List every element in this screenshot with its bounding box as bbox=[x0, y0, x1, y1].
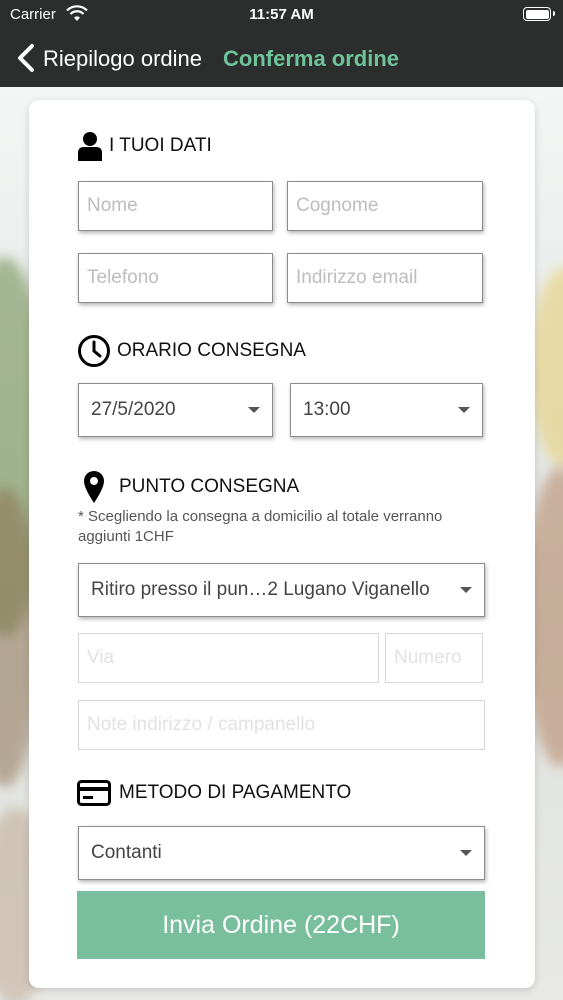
section-delivery-point-title: PUNTO CONSEGNA bbox=[119, 476, 300, 497]
section-delivery-point: PUNTO CONSEGNA bbox=[81, 469, 299, 505]
chevron-down-icon bbox=[458, 407, 470, 413]
house-number-field[interactable]: Numero bbox=[385, 633, 483, 683]
location-pin-icon bbox=[81, 469, 107, 505]
page-title: Conferma ordine bbox=[223, 46, 400, 71]
chevron-down-icon bbox=[460, 587, 472, 593]
phone-placeholder: Telefono bbox=[87, 267, 159, 288]
chevron-down-icon bbox=[248, 407, 260, 413]
user-icon bbox=[77, 131, 103, 161]
phone-field[interactable]: Telefono bbox=[78, 253, 273, 303]
time-select[interactable]: 13:00 bbox=[290, 383, 483, 437]
address-notes-placeholder: Note indirizzo / campanello bbox=[87, 714, 316, 735]
last-name-placeholder: Cognome bbox=[296, 195, 379, 216]
back-button[interactable]: Riepilogo ordine bbox=[43, 46, 202, 72]
date-value: 27/5/2020 bbox=[91, 399, 176, 420]
street-field[interactable]: Via bbox=[78, 633, 379, 683]
submit-order-button[interactable]: Invia Ordine (22CHF) bbox=[77, 891, 485, 959]
credit-card-icon bbox=[77, 779, 111, 807]
email-field[interactable]: Indirizzo email bbox=[287, 253, 483, 303]
back-chevron-icon[interactable] bbox=[16, 43, 36, 73]
order-form-card: I TUOI DATI Nome Cognome Telefono Indiri… bbox=[29, 100, 535, 988]
street-placeholder: Via bbox=[87, 647, 115, 668]
first-name-placeholder: Nome bbox=[87, 195, 138, 216]
clock-icon bbox=[77, 334, 111, 368]
email-placeholder: Indirizzo email bbox=[296, 267, 418, 288]
battery-icon bbox=[523, 7, 555, 21]
first-name-field[interactable]: Nome bbox=[78, 181, 273, 231]
section-personal-data: I TUOI DATI bbox=[77, 131, 212, 161]
section-payment-title: METODO DI PAGAMENTO bbox=[119, 782, 352, 803]
delivery-point-value: Ritiro presso il pun…2 Lugano Viganello bbox=[91, 579, 430, 600]
chevron-down-icon bbox=[460, 850, 472, 856]
delivery-fee-note: * Scegliendo la consegna a domicilio al … bbox=[78, 508, 443, 545]
house-number-placeholder: Numero bbox=[394, 647, 462, 668]
status-bar: Carrier 11:57 AM bbox=[0, 0, 563, 30]
section-delivery-time: ORARIO CONSEGNA bbox=[77, 334, 306, 368]
delivery-point-select[interactable]: Ritiro presso il pun…2 Lugano Viganello bbox=[78, 563, 485, 617]
section-personal-title: I TUOI DATI bbox=[109, 135, 212, 156]
section-delivery-time-title: ORARIO CONSEGNA bbox=[117, 340, 306, 361]
navigation-bar: Riepilogo ordine Conferma ordine bbox=[0, 30, 563, 87]
section-payment-method: METODO DI PAGAMENTO bbox=[77, 779, 351, 807]
time-value: 13:00 bbox=[303, 399, 351, 420]
last-name-field[interactable]: Cognome bbox=[287, 181, 483, 231]
date-select[interactable]: 27/5/2020 bbox=[78, 383, 273, 437]
clock-time: 11:57 AM bbox=[249, 6, 314, 23]
payment-method-value: Contanti bbox=[91, 842, 162, 863]
payment-method-select[interactable]: Contanti bbox=[78, 826, 485, 880]
address-notes-field[interactable]: Note indirizzo / campanello bbox=[78, 700, 485, 750]
